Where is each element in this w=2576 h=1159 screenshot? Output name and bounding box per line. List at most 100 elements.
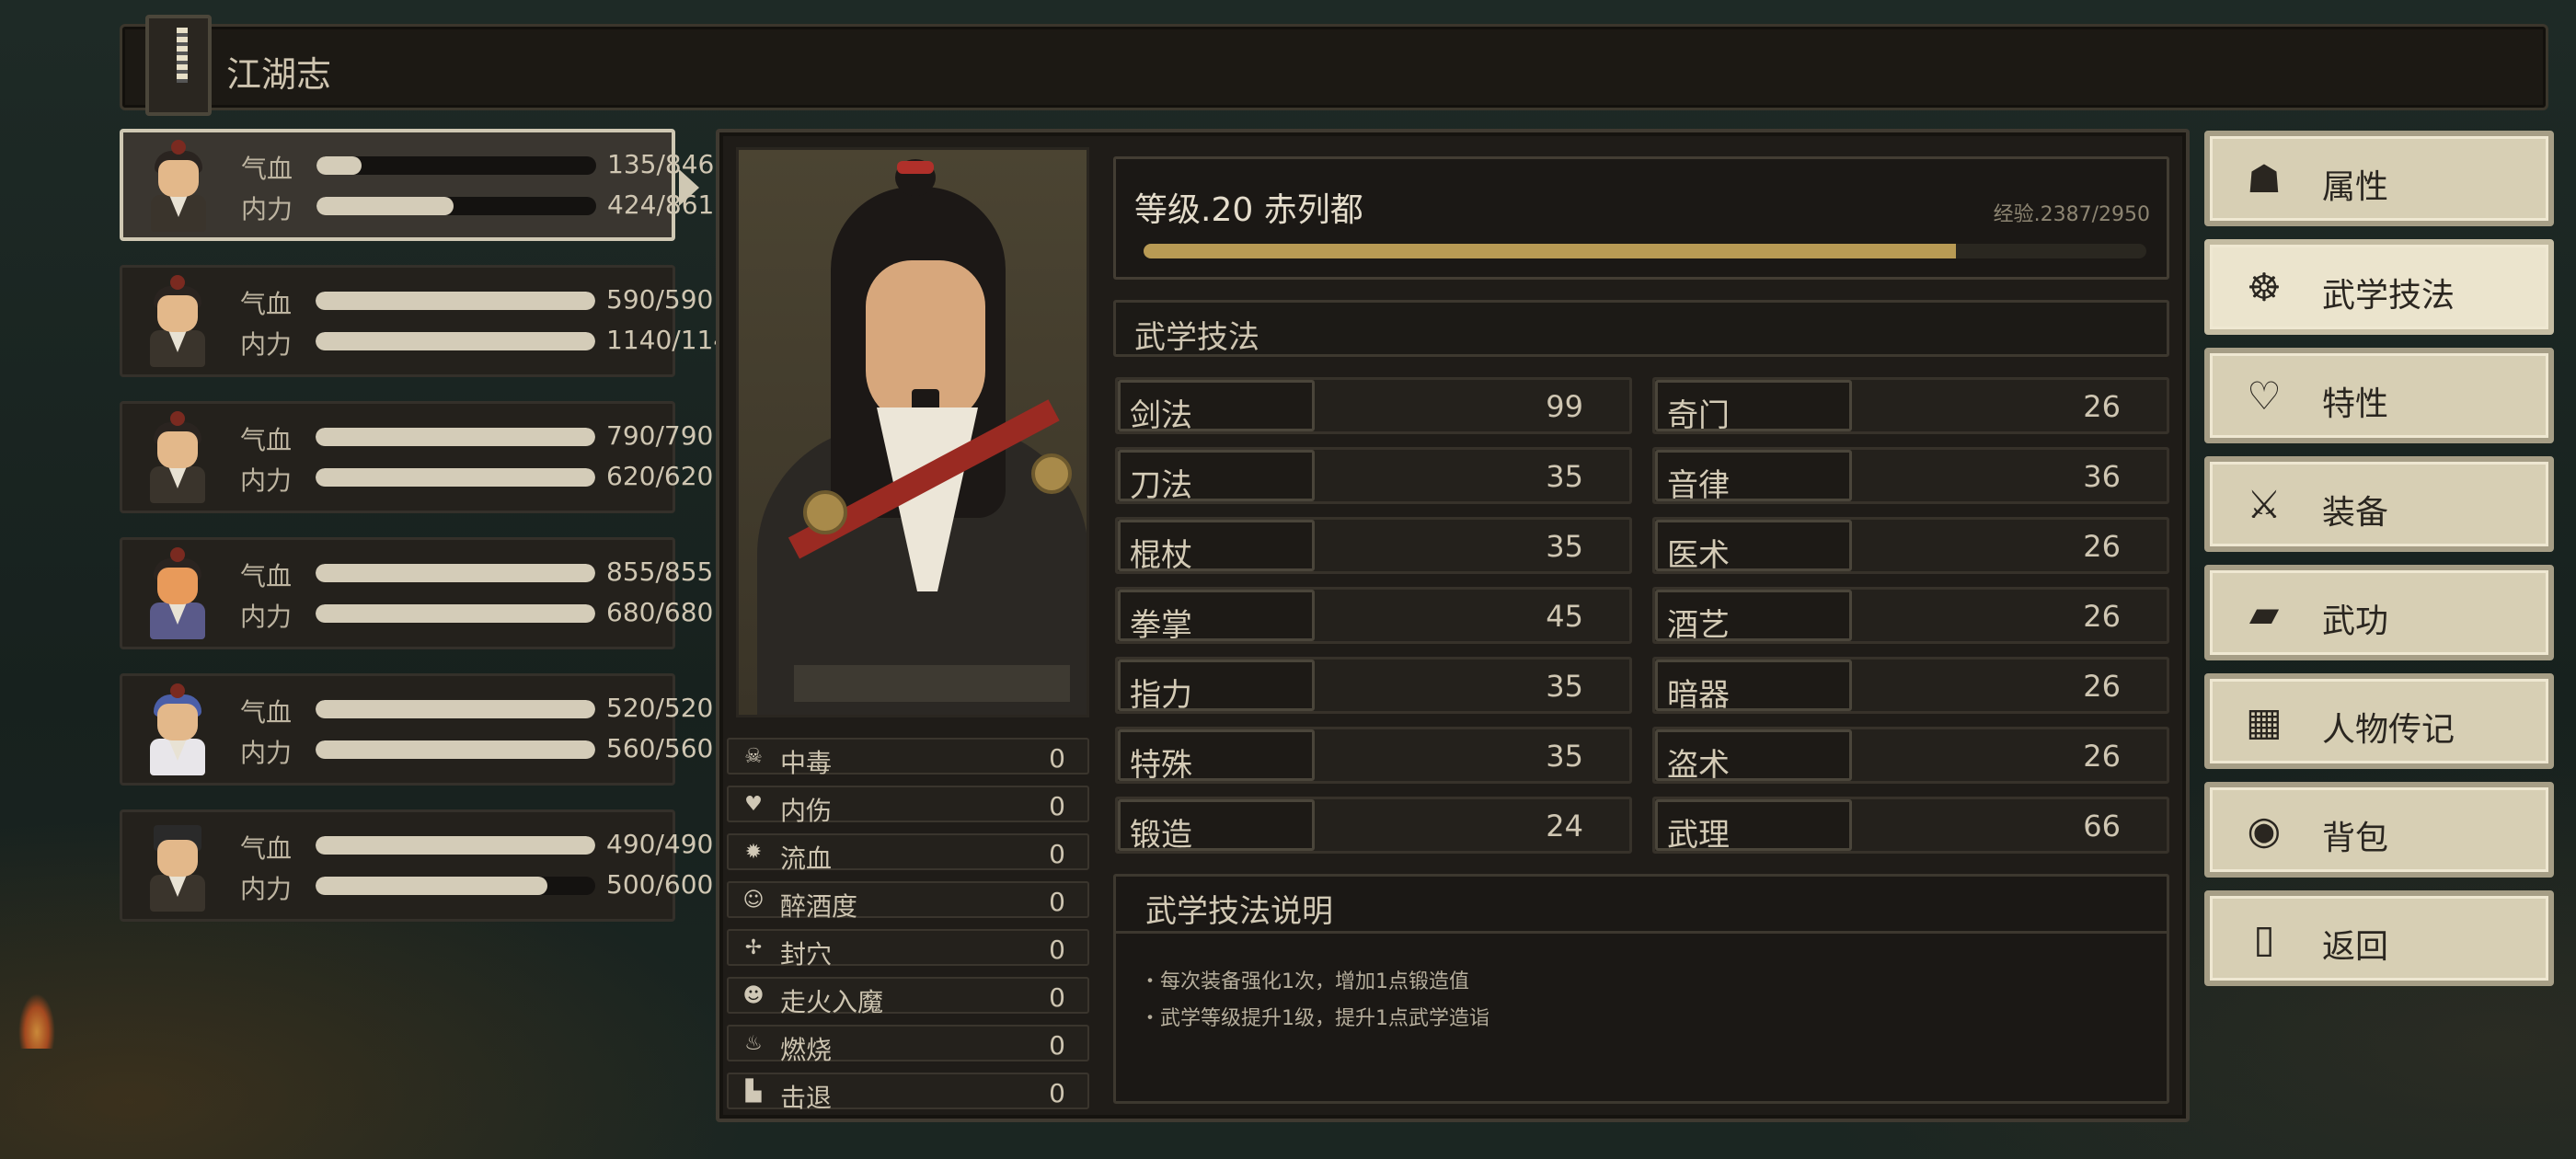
skill-name: 音律 bbox=[1667, 467, 1730, 504]
skill-tag: 锻造 bbox=[1118, 799, 1315, 854]
status-name: 燃烧 bbox=[780, 1035, 833, 1065]
status-row: ☺ 醉酒度 0 bbox=[727, 881, 1089, 922]
skill-tag: 特殊 bbox=[1118, 729, 1315, 784]
skill-cell: 指力 35 bbox=[1115, 657, 1632, 714]
skill-cell: 音律 36 bbox=[1652, 447, 2169, 504]
skill-tag: 武理 bbox=[1655, 799, 1852, 854]
skill-name: 拳掌 bbox=[1130, 607, 1192, 644]
skill-value: 35 bbox=[1546, 459, 1583, 494]
character-sparkle-icon: ☸ bbox=[2247, 265, 2282, 310]
broken-heart-icon: ♥ bbox=[744, 793, 763, 816]
campfire bbox=[18, 993, 55, 1049]
skill-cell: 拳掌 45 bbox=[1115, 587, 1632, 644]
party-member-card[interactable]: 气血 490/490 内力 500/600 bbox=[120, 809, 713, 922]
bag-icon: ◉ bbox=[2247, 808, 2282, 853]
exp-text: 经验.2387/2950 bbox=[1993, 203, 2150, 226]
status-row: ♨ 燃烧 0 bbox=[727, 1025, 1089, 1065]
menu-label: 返回 bbox=[2322, 928, 2389, 966]
hp-bar bbox=[316, 428, 595, 446]
skill-cell: 剑法 99 bbox=[1115, 377, 1632, 434]
status-value: 0 bbox=[1049, 1030, 1065, 1061]
mp-label: 内力 bbox=[240, 874, 293, 904]
menu-equipment-button[interactable]: ⚔ 装备 bbox=[2204, 456, 2554, 552]
description-line: ・每次装备强化1次，增加1点锻造值 bbox=[1140, 970, 1469, 993]
hp-value: 855/855 bbox=[606, 557, 714, 587]
skill-tag: 棍杖 bbox=[1118, 520, 1315, 574]
mp-value: 424/861 bbox=[607, 189, 715, 220]
hp-label: 气血 bbox=[240, 425, 293, 455]
skill-tag: 剑法 bbox=[1118, 380, 1315, 434]
status-row: ▙ 击退 0 bbox=[727, 1073, 1089, 1113]
skull-icon: ☠ bbox=[744, 745, 763, 768]
skill-name: 刀法 bbox=[1130, 467, 1192, 504]
party-member-card[interactable]: 气血 135/846 内力 424/861 bbox=[120, 129, 714, 241]
mp-label: 内力 bbox=[240, 329, 293, 360]
skill-tag: 奇门 bbox=[1655, 380, 1852, 434]
status-name: 醉酒度 bbox=[780, 891, 858, 922]
hp-value: 590/590 bbox=[606, 284, 714, 315]
title-bar bbox=[120, 24, 2548, 110]
menu-martial-arts-button[interactable]: ☸ 武学技法 bbox=[2204, 239, 2554, 335]
description-title: 武学技法说明 bbox=[1145, 893, 1333, 930]
description-line: ・武学等级提升1级，提升1点武学造诣 bbox=[1140, 1007, 1489, 1030]
party-member-card[interactable]: 气血 520/520 内力 560/560 bbox=[120, 673, 713, 786]
skill-cell: 酒艺 26 bbox=[1652, 587, 2169, 644]
skill-name: 酒艺 bbox=[1667, 607, 1730, 644]
skill-cell: 棍杖 35 bbox=[1115, 517, 1632, 574]
blood-splat-icon: ✹ bbox=[744, 841, 763, 864]
skill-value: 26 bbox=[2083, 669, 2121, 704]
level-box: 等级.20 赤列都 经验.2387/2950 bbox=[1113, 156, 2169, 280]
status-value: 0 bbox=[1049, 839, 1065, 869]
skill-name: 特殊 bbox=[1130, 747, 1192, 784]
skill-value: 66 bbox=[2083, 809, 2121, 843]
status-value: 0 bbox=[1049, 887, 1065, 917]
skill-tag: 拳掌 bbox=[1118, 590, 1315, 644]
avatar bbox=[141, 547, 214, 639]
status-row: ✢ 封穴 0 bbox=[727, 929, 1089, 970]
level-name: 等级.20 赤列都 bbox=[1134, 191, 1363, 229]
hp-label: 气血 bbox=[240, 697, 293, 728]
journal-book-icon bbox=[145, 15, 212, 116]
menu-backpack-button[interactable]: ◉ 背包 bbox=[2204, 782, 2554, 878]
menu-label: 武学技法 bbox=[2322, 277, 2455, 315]
party-member-card[interactable]: 气血 590/590 内力 1140/1140 bbox=[120, 265, 746, 377]
sword-icon: ⚔ bbox=[2247, 482, 2282, 527]
hp-label: 气血 bbox=[240, 561, 293, 591]
mp-value: 560/560 bbox=[606, 733, 714, 763]
skill-cell: 医术 26 bbox=[1652, 517, 2169, 574]
menu-biography-button[interactable]: ▦ 人物传记 bbox=[2204, 673, 2554, 769]
status-name: 击退 bbox=[780, 1083, 833, 1113]
skill-value: 26 bbox=[2083, 599, 2121, 634]
pressure-point-icon: ✢ bbox=[744, 936, 763, 959]
mp-bar bbox=[316, 197, 596, 215]
menu-traits-button[interactable]: ♡ 特性 bbox=[2204, 348, 2554, 443]
skill-value: 24 bbox=[1546, 809, 1583, 843]
mp-bar bbox=[316, 740, 595, 759]
menu-label: 人物传记 bbox=[2322, 711, 2455, 749]
status-name: 封穴 bbox=[780, 939, 833, 970]
skill-tag: 盗术 bbox=[1655, 729, 1852, 784]
skills-header: 武学技法 bbox=[1113, 300, 2169, 357]
boot-icon: ▙ bbox=[745, 1080, 762, 1103]
status-name: 走火入魔 bbox=[780, 987, 884, 1017]
flame-icon: ♨ bbox=[744, 1032, 763, 1055]
page-title: 江湖志 bbox=[226, 54, 332, 95]
menu-kungfu-button[interactable]: ▰ 武功 bbox=[2204, 565, 2554, 660]
party-member-card[interactable]: 气血 790/790 内力 620/620 bbox=[120, 401, 713, 513]
skill-value: 45 bbox=[1546, 599, 1583, 634]
menu-label: 特性 bbox=[2322, 385, 2389, 423]
skill-name: 暗器 bbox=[1667, 677, 1730, 714]
hp-bar bbox=[316, 292, 595, 310]
skill-name: 奇门 bbox=[1667, 397, 1730, 434]
menu-attributes-button[interactable]: ☗ 属性 bbox=[2204, 131, 2554, 226]
status-name: 流血 bbox=[780, 843, 833, 874]
skill-tag: 酒艺 bbox=[1655, 590, 1852, 644]
door-icon: ▯ bbox=[2253, 916, 2275, 961]
skill-value: 35 bbox=[1546, 669, 1583, 704]
hp-value: 790/790 bbox=[606, 420, 714, 451]
party-member-card[interactable]: 气血 855/855 内力 680/680 bbox=[120, 537, 713, 649]
menu-return-button[interactable]: ▯ 返回 bbox=[2204, 890, 2554, 986]
skill-cell: 锻造 24 bbox=[1115, 797, 1632, 854]
hp-value: 490/490 bbox=[606, 829, 714, 859]
hp-label: 气血 bbox=[240, 833, 293, 864]
